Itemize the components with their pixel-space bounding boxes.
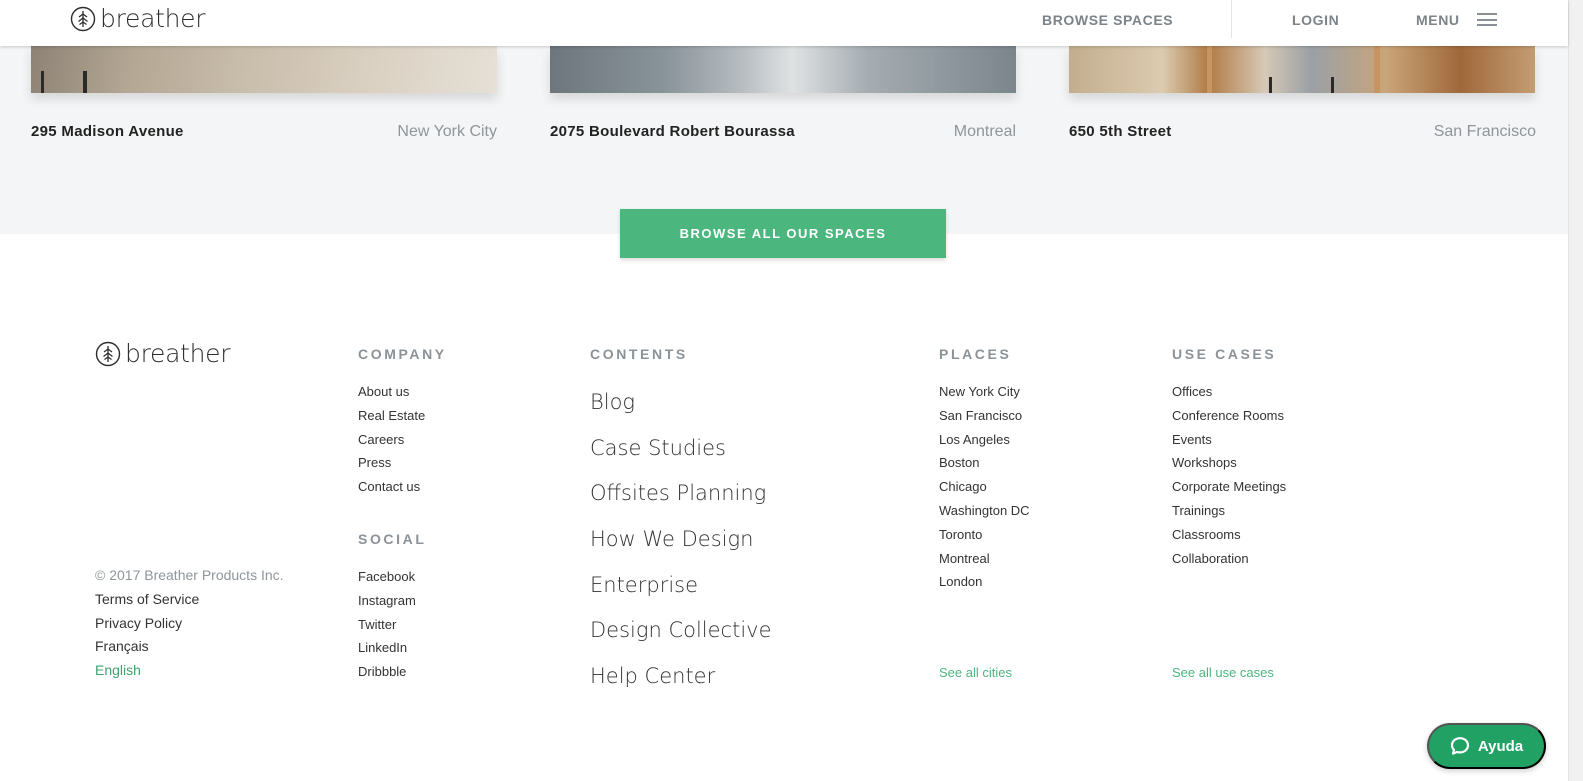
see-all-cities-link[interactable]: See all cities [939,665,1012,680]
footer-link-instagram[interactable]: Instagram [358,593,416,608]
footer-link-use-case[interactable]: Corporate Meetings [1172,479,1286,494]
space-photo-madison[interactable] [31,46,497,93]
footer-link-use-case[interactable]: Workshops [1172,455,1237,470]
footer-link-city[interactable]: Chicago [939,479,987,494]
footer-link-help-center[interactable]: Help Center [590,664,715,688]
company-heading: COMPANY [358,346,447,362]
site-header: breather BROWSE SPACES LOGIN MENU [0,0,1568,46]
nav-login[interactable]: LOGIN [1292,12,1339,28]
logo-wordmark: breather [125,339,231,368]
see-all-use-cases-link[interactable]: See all use cases [1172,665,1274,680]
footer-link-blog[interactable]: Blog [590,390,635,414]
footer-link-city[interactable]: Montreal [939,551,990,566]
footer-link-use-case[interactable]: Conference Rooms [1172,408,1284,423]
terms-of-service-link[interactable]: Terms of Service [95,591,199,607]
footer-link-press[interactable]: Press [358,455,391,470]
footer-link-offsites-planning[interactable]: Offsites Planning [590,481,766,505]
social-heading: SOCIAL [358,531,427,547]
social-list: Facebook Instagram Twitter LinkedIn Drib… [358,570,416,689]
table-leg [1207,46,1212,93]
company-list: About us Real Estate Careers Press Conta… [358,385,425,504]
chair-leg [1269,77,1272,93]
breather-logo-icon [95,341,121,366]
privacy-policy-link[interactable]: Privacy Policy [95,615,182,631]
footer-link-city[interactable]: San Francisco [939,408,1022,423]
footer-link-contact-us[interactable]: Contact us [358,479,420,494]
chair-leg [41,71,44,93]
footer-link-city[interactable]: New York City [939,384,1020,399]
browse-all-spaces-button[interactable]: BROWSE ALL OUR SPACES [620,209,946,258]
footer-link-how-we-design[interactable]: How We Design [590,527,753,551]
chair-leg [1331,77,1334,93]
help-button-label: Ayuda [1477,737,1524,755]
nav-menu[interactable]: MENU [1416,12,1460,28]
footer-link-design-collective[interactable]: Design Collective [590,618,772,642]
space-name[interactable]: 2075 Boulevard Robert Bourassa [550,123,795,140]
logo-wordmark: breather [100,4,206,33]
footer-link-careers[interactable]: Careers [358,432,404,447]
footer-link-city[interactable]: Toronto [939,527,982,542]
space-name[interactable]: 295 Madison Avenue [31,123,184,140]
space-photo-bourassa[interactable] [550,46,1016,93]
footer-link-about-us[interactable]: About us [358,384,409,399]
help-chat-button[interactable]: Ayuda [1427,723,1546,769]
footer-link-city[interactable]: London [939,574,982,589]
space-city: San Francisco [1433,123,1536,140]
footer-link-dribbble[interactable]: Dribbble [358,664,406,679]
footer-logo[interactable]: breather [95,339,231,368]
contents-list: Blog Case Studies Offsites Planning How … [590,389,772,709]
space-city: Montreal [953,123,1016,140]
space-photo-5th-street[interactable] [1069,46,1535,93]
copyright-text: © 2017 Breather Products Inc. [95,567,284,583]
footer-link-use-case[interactable]: Events [1172,432,1212,447]
footer-link-use-case[interactable]: Trainings [1172,503,1225,518]
space-city: New York City [397,123,497,140]
chat-bubble-icon [1450,737,1469,755]
use-cases-heading: USE CASES [1172,346,1277,362]
header-logo[interactable]: breather [70,4,206,33]
hamburger-menu-icon[interactable] [1477,13,1497,26]
places-heading: PLACES [939,346,1012,362]
contents-heading: CONTENTS [590,346,688,362]
footer-link-use-case[interactable]: Classrooms [1172,527,1241,542]
nav-browse-spaces[interactable]: BROWSE SPACES [1042,12,1173,28]
footer-link-use-case[interactable]: Collaboration [1172,551,1249,566]
legal-list: © 2017 Breather Products Inc. Terms of S… [95,567,284,686]
featured-spaces-section: 295 Madison Avenue New York City 2075 Bo… [0,46,1568,234]
footer-link-city[interactable]: Boston [939,455,979,470]
language-french-link[interactable]: Français [95,638,149,654]
footer-link-linkedin[interactable]: LinkedIn [358,640,407,655]
footer-link-city[interactable]: Washington DC [939,503,1030,518]
footer-link-twitter[interactable]: Twitter [358,617,396,632]
chair-leg [83,71,87,93]
places-list: New York City San Francisco Los Angeles … [939,385,1030,599]
nav-divider [1231,0,1232,38]
footer-link-case-studies[interactable]: Case Studies [590,436,726,460]
table-leg [1374,46,1380,93]
footer-link-enterprise[interactable]: Enterprise [590,573,698,597]
footer-link-city[interactable]: Los Angeles [939,432,1010,447]
footer-link-use-case[interactable]: Offices [1172,384,1212,399]
footer-link-real-estate[interactable]: Real Estate [358,408,425,423]
language-english-link[interactable]: English [95,662,141,678]
page-scrollbar[interactable] [1568,0,1583,781]
use-cases-list: Offices Conference Rooms Events Workshop… [1172,385,1286,575]
footer-link-facebook[interactable]: Facebook [358,569,415,584]
space-name[interactable]: 650 5th Street [1069,123,1172,140]
breather-logo-icon [70,6,96,31]
